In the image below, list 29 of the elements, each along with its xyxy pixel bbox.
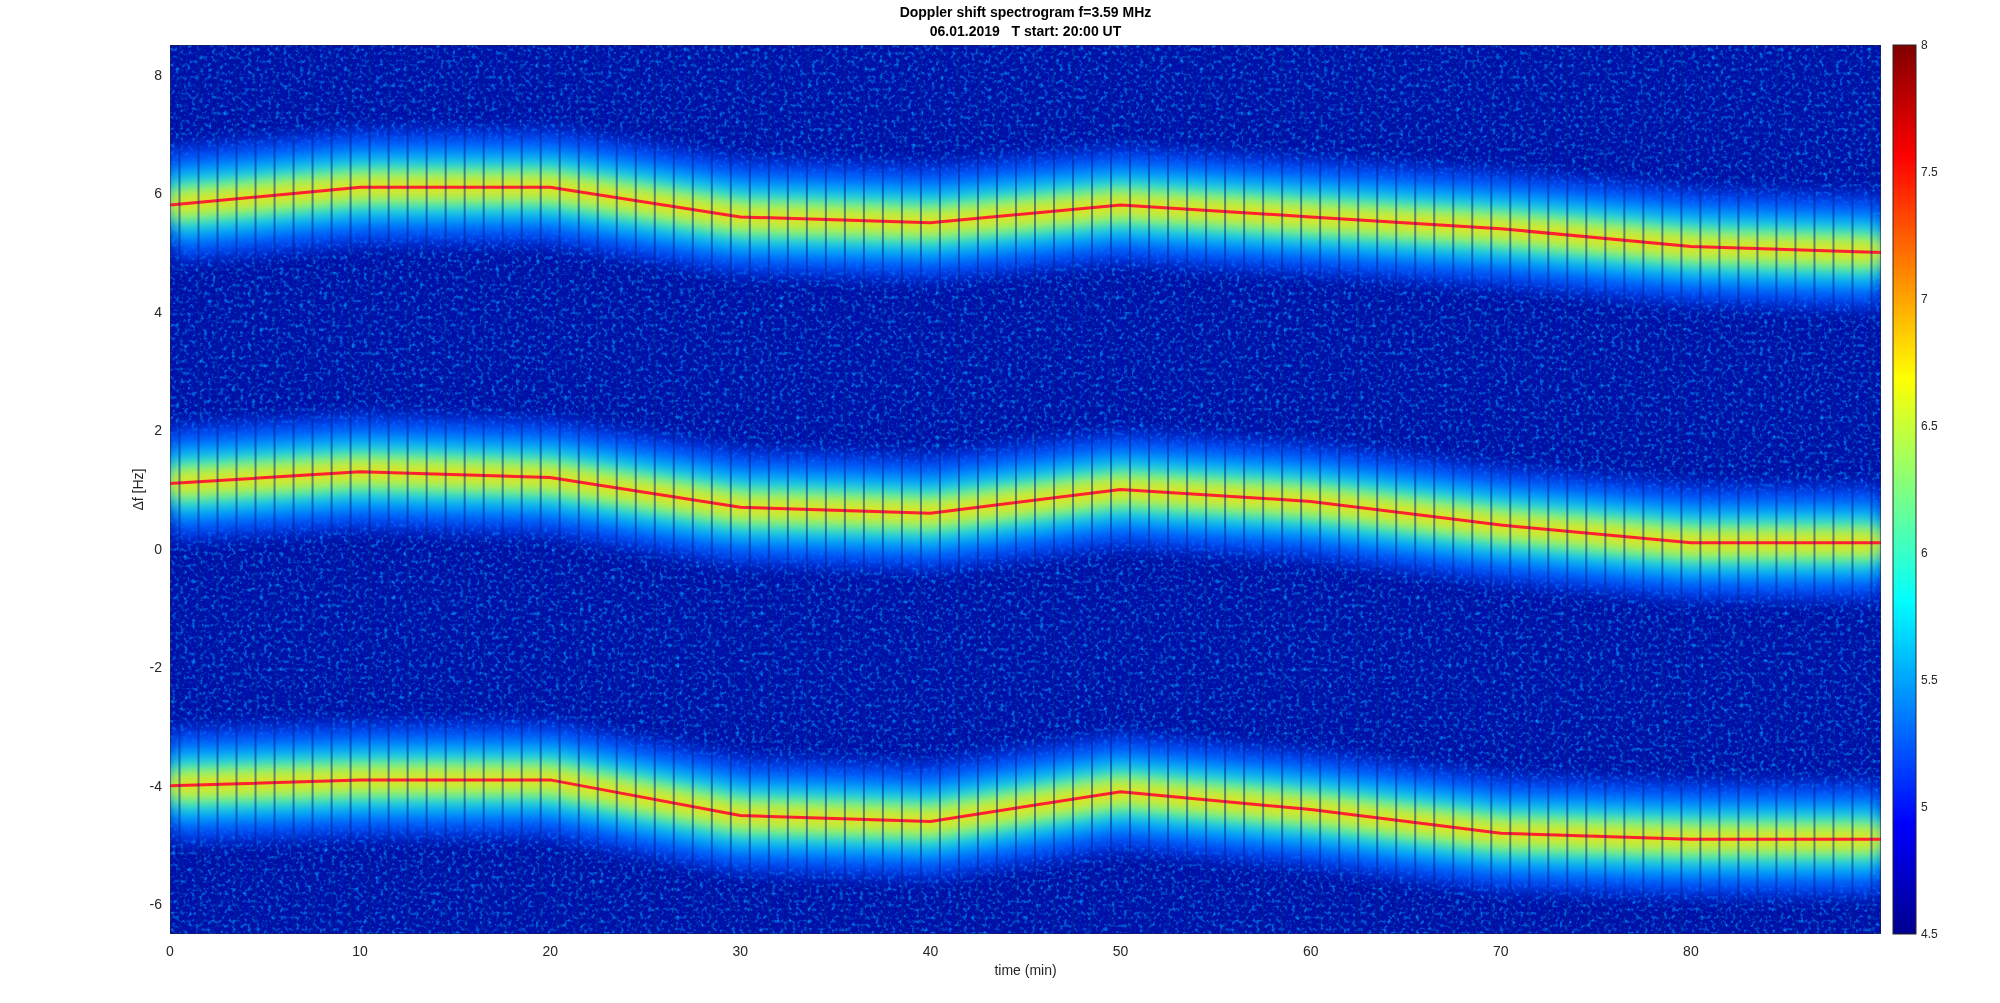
- tick-label: 80: [1683, 943, 1699, 959]
- tick-label: 5: [1921, 800, 1928, 814]
- tick-label: -4: [149, 777, 162, 794]
- tick-label: -6: [149, 896, 162, 913]
- tick-label: 5.5: [1921, 673, 1938, 687]
- tick-label: 6.5: [1921, 419, 1938, 433]
- tick-label: 70: [1493, 943, 1509, 959]
- tick-label: 2: [154, 422, 162, 439]
- tick-label: 7.5: [1921, 165, 1938, 179]
- tick-label: 20: [542, 943, 558, 959]
- tick-label: 7: [1921, 292, 1928, 306]
- tick-label: 8: [1921, 38, 1928, 52]
- tick-label: -2: [149, 659, 162, 676]
- tick-label: 50: [1112, 943, 1129, 959]
- chart-title: 06.01.2019 T start: 20:00 UT: [929, 23, 1122, 39]
- tick-label: 40: [922, 943, 939, 959]
- tick-label: 0: [166, 943, 174, 959]
- tick-label: 8: [154, 66, 162, 83]
- tick-label: 60: [1302, 943, 1319, 959]
- tick-label: 30: [732, 943, 749, 959]
- tick-label: 6: [154, 185, 162, 202]
- tick-label: 4: [154, 303, 162, 320]
- tick-label: 4.5: [1921, 927, 1938, 941]
- chart-title: Doppler shift spectrogram f=3.59 MHz: [899, 4, 1152, 20]
- tick-label: 6: [1921, 546, 1928, 560]
- axis-label: time (min): [994, 962, 1057, 978]
- tick-label: 10: [352, 943, 368, 959]
- axis-label: Δf [Hz]: [130, 468, 146, 511]
- tick-label: 0: [154, 540, 162, 557]
